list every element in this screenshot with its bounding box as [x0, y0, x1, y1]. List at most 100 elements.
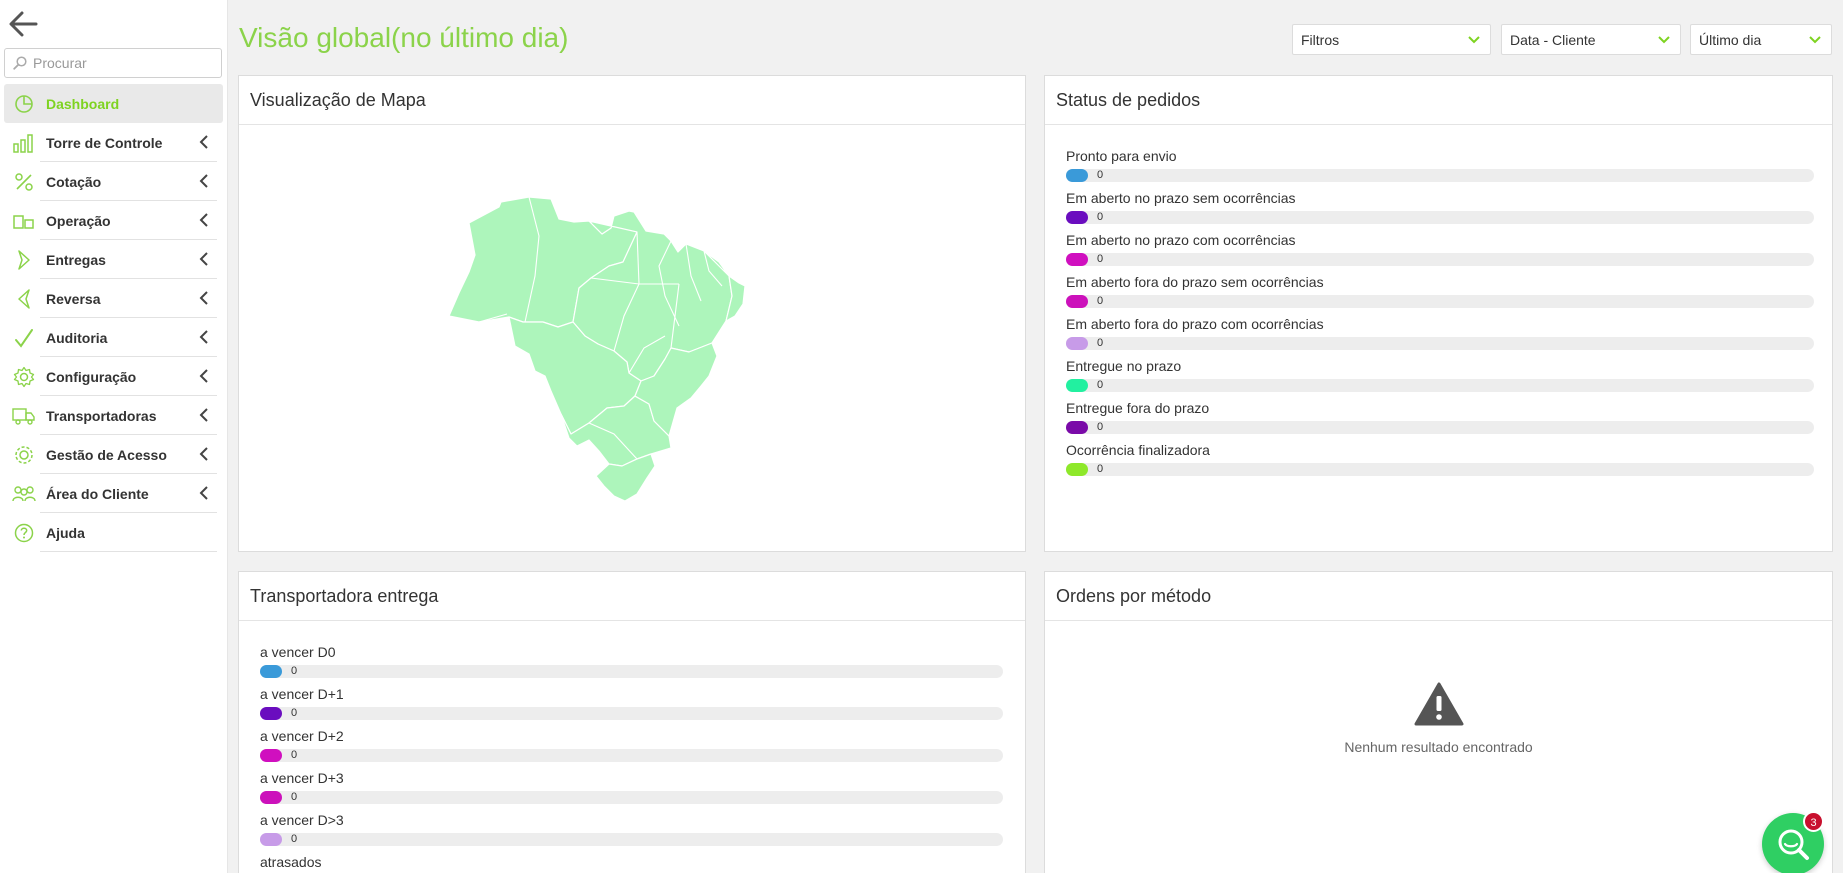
users-icon	[12, 482, 36, 506]
chat-search-icon	[1778, 829, 1809, 860]
boxes-icon	[12, 209, 36, 233]
status-row: Entregue no prazo 0	[1066, 357, 1814, 399]
panel-title: Visualização de Mapa	[239, 76, 1025, 125]
sidebar-item-label: Entregas	[46, 251, 106, 268]
status-bar-fill	[1066, 337, 1088, 350]
status-row: Em aberto no prazo com ocorrências 0	[1066, 231, 1814, 273]
notification-badge: 3	[1803, 811, 1824, 832]
carrier-row: atrasados 0	[260, 853, 1003, 873]
carrier-row: a vencer D+1 0	[260, 685, 1003, 727]
status-value: 0	[1097, 169, 1104, 181]
status-label: Entregue fora do prazo	[1066, 400, 1210, 416]
sidebar-nav: Dashboard Torre de Controle Cotação Oper…	[4, 84, 223, 552]
empty-state: Nenhum resultado encontrado	[1045, 682, 1832, 755]
carrier-value: 0	[291, 833, 298, 845]
status-bar-track: 0	[1066, 421, 1814, 434]
status-label: Em aberto fora do prazo com ocorrências	[1066, 316, 1324, 332]
status-bar-track: 0	[1066, 379, 1814, 392]
status-row: Entregue fora do prazo 0	[1066, 399, 1814, 441]
chevron-right-icon	[12, 248, 36, 272]
sidebar-item-dashboard[interactable]: Dashboard	[4, 84, 223, 123]
date-client-dropdown[interactable]: Data - Cliente	[1501, 24, 1681, 55]
carrier-value: 0	[291, 749, 298, 761]
sidebar-item-cotacao[interactable]: Cotação	[4, 162, 223, 201]
sidebar-item-label: Cotação	[46, 173, 102, 190]
sidebar-item-label: Gestão de Acesso	[46, 446, 167, 463]
carrier-bar-track: 0	[260, 749, 1003, 762]
back-button[interactable]	[6, 8, 40, 40]
truck-icon	[12, 404, 36, 428]
brazil-map	[448, 196, 746, 502]
gear-icon	[12, 365, 36, 389]
status-row: Em aberto no prazo sem ocorrências 0	[1066, 189, 1814, 231]
status-bars: Pronto para envio 0 Em aberto no prazo s…	[1066, 147, 1814, 483]
carrier-row: a vencer D0 0	[260, 643, 1003, 685]
status-value: 0	[1097, 463, 1104, 475]
chevron-left-icon	[199, 291, 208, 305]
status-bar-track: 0	[1066, 211, 1814, 224]
sidebar-item-label: Configuração	[46, 368, 137, 385]
carrier-value: 0	[291, 791, 298, 803]
status-bar-fill	[1066, 463, 1088, 476]
status-bar-track: 0	[1066, 169, 1814, 182]
carrier-bar-fill	[260, 707, 282, 720]
sidebar-item-ajuda[interactable]: Ajuda	[4, 513, 223, 552]
sidebar-item-transportadoras[interactable]: Transportadoras	[4, 396, 223, 435]
sidebar-item-auditoria[interactable]: Auditoria	[4, 318, 223, 357]
carrier-bar-track: 0	[260, 833, 1003, 846]
panel-title: Transportadora entrega	[239, 572, 1025, 621]
chevron-left-icon	[199, 330, 208, 344]
status-bar-track: 0	[1066, 253, 1814, 266]
status-bar-fill	[1066, 169, 1088, 182]
status-value: 0	[1097, 211, 1104, 223]
carrier-label: atrasados	[260, 854, 322, 870]
sidebar-item-label: Auditoria	[46, 329, 108, 346]
carrier-bar-fill	[260, 791, 282, 804]
sidebar-item-label: Torre de Controle	[46, 134, 163, 151]
help-icon	[12, 521, 36, 545]
chevron-left-icon	[199, 447, 208, 461]
status-bar-track: 0	[1066, 295, 1814, 308]
status-row: Ocorrência finalizadora 0	[1066, 441, 1814, 483]
dropdown-value: Último dia	[1699, 31, 1762, 48]
filters-dropdown[interactable]: Filtros	[1292, 24, 1491, 55]
status-row: Em aberto fora do prazo sem ocorrências …	[1066, 273, 1814, 315]
status-label: Entregue no prazo	[1066, 358, 1182, 374]
cog-icon	[12, 443, 36, 467]
orders-panel: Ordens por método Nenhum resultado encon…	[1044, 571, 1833, 873]
status-row: Em aberto fora do prazo com ocorrências …	[1066, 315, 1814, 357]
sidebar-item-torre-de-controle[interactable]: Torre de Controle	[4, 123, 223, 162]
status-label: Ocorrência finalizadora	[1066, 442, 1210, 458]
status-label: Em aberto no prazo sem ocorrências	[1066, 190, 1296, 206]
carrier-label: a vencer D+3	[260, 770, 344, 786]
status-row: Pronto para envio 0	[1066, 147, 1814, 189]
status-label: Em aberto no prazo com ocorrências	[1066, 232, 1296, 248]
sidebar-item-configuracao[interactable]: Configuração	[4, 357, 223, 396]
sidebar-item-operacao[interactable]: Operação	[4, 201, 223, 240]
sidebar-item-label: Operação	[46, 212, 111, 229]
status-bar-track: 0	[1066, 463, 1814, 476]
status-bar-fill	[1066, 421, 1088, 434]
status-panel: Status de pedidos Pronto para envio 0 Em…	[1044, 75, 1833, 552]
map-panel: Visualização de Mapa	[238, 75, 1026, 552]
chevron-left-icon	[199, 408, 208, 422]
search-icon	[13, 56, 27, 70]
status-bar-fill	[1066, 253, 1088, 266]
empty-text: Nenhum resultado encontrado	[1344, 739, 1533, 755]
status-bar-track: 0	[1066, 337, 1814, 350]
carrier-bar-fill	[260, 665, 282, 678]
sidebar-item-reversa[interactable]: Reversa	[4, 279, 223, 318]
carrier-bar-fill	[260, 749, 282, 762]
carrier-row: a vencer D+2 0	[260, 727, 1003, 769]
chevron-left-icon	[199, 174, 208, 188]
carrier-label: a vencer D0	[260, 644, 336, 660]
carrier-bar-fill	[260, 833, 282, 846]
page-title: Visão global(no último dia)	[239, 22, 569, 53]
check-icon	[12, 326, 36, 350]
sidebar-item-entregas[interactable]: Entregas	[4, 240, 223, 279]
search-input[interactable]	[33, 55, 213, 71]
sidebar-item-area-do-cliente[interactable]: Área do Cliente	[4, 474, 223, 513]
period-dropdown[interactable]: Último dia	[1690, 24, 1832, 55]
carrier-value: 0	[291, 707, 298, 719]
sidebar-item-gestao-de-acesso[interactable]: Gestão de Acesso	[4, 435, 223, 474]
